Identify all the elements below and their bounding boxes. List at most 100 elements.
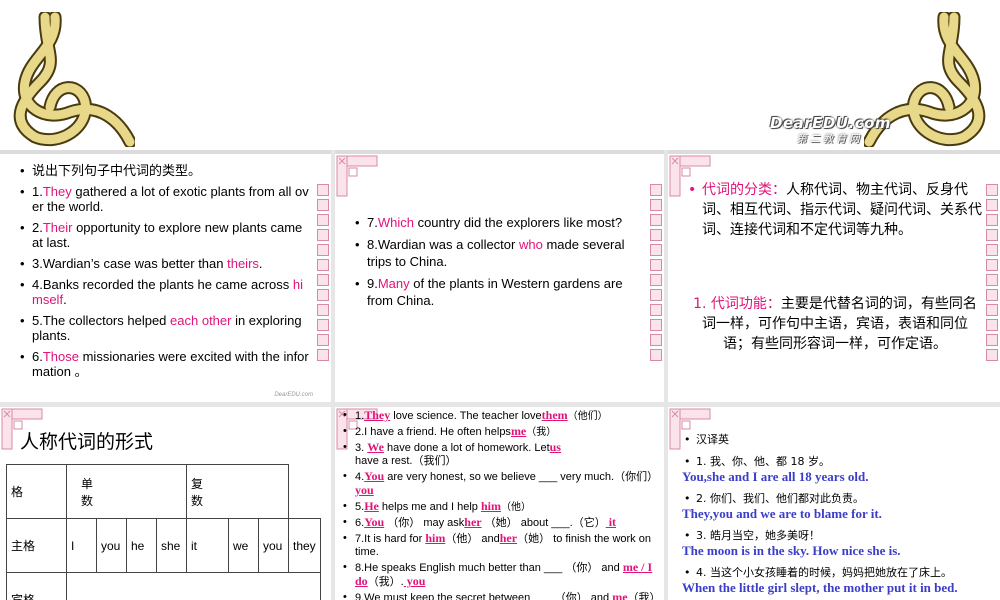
text-segment: （他） and <box>445 533 500 545</box>
frame-square-icon <box>650 334 662 346</box>
chinese-hint: （他） <box>501 502 531 513</box>
frame-square-icon <box>317 244 329 256</box>
text-segment: have done a lot of homework. Let <box>383 442 550 454</box>
text-segment: （我）. <box>367 576 404 588</box>
translation-heading: 汉译英 <box>682 433 998 447</box>
text-segment: helps me and I help <box>378 501 481 513</box>
list-item: 4.Banks recorded the plants he came acro… <box>18 277 312 307</box>
chinese-sentence: 1. 我、你、他、都 18 岁。 <box>682 455 998 469</box>
classification-paragraph: • 代词的分类：人称代词、物主代词、反身代词、相互代词、指示代词、疑问代词、关系… <box>688 180 988 240</box>
slide-pronoun-types-1[interactable]: 说出下列句子中代词的类型。 1.They gathered a lot of ex… <box>0 154 331 402</box>
frame-square-icon <box>986 304 998 316</box>
chinese-sentence: 4. 当这个小女孩睡着的时候，妈妈把她放在了床上。 <box>682 566 998 580</box>
slide-personal-pronoun-forms[interactable]: 人称代词的形式 格 单 数 复 数 主格 Iyou he she it we you the… <box>0 407 331 600</box>
frame-square-icon <box>650 274 662 286</box>
text-segment: 4. <box>355 471 365 483</box>
highlighted-pronoun: Many <box>377 276 410 291</box>
row-label: 主格 <box>6 518 67 573</box>
frame-square-icon <box>986 259 998 271</box>
list-item: 6.Those missionaries were excited with t… <box>18 349 312 379</box>
frame-square-icon <box>317 229 329 241</box>
answer-pronoun: you <box>355 483 374 497</box>
slide-translation[interactable]: 汉译英 1. 我、你、他、都 18 岁。You,she and I are al… <box>668 407 1000 600</box>
header-case: 格 <box>6 464 67 519</box>
text-segment: 5. <box>355 501 365 513</box>
table-row: 主格 Iyou he she it we you they <box>6 518 321 573</box>
answer-pronoun: it <box>605 515 617 529</box>
frame-square-icon <box>986 184 998 196</box>
pink-frame-strip <box>986 184 1000 364</box>
brand-subtitle: 第 二 教 育 网 <box>796 134 860 145</box>
text-segment: 5.The collectors helped <box>32 313 171 328</box>
answer-pronoun: us <box>549 440 561 454</box>
exercise-item: 8.He speaks English much better than ___… <box>341 561 663 589</box>
english-translation: They,you and we are to blame for it. <box>682 506 882 521</box>
answer-pronoun: him <box>425 531 446 545</box>
list-item: 3.Wardian’s case was better than theirs. <box>18 256 312 271</box>
text-segment: （你） may ask <box>384 517 465 529</box>
table-row: 宾格 <box>6 572 321 600</box>
pronoun-cell: she <box>156 518 187 573</box>
bullet: • <box>688 182 697 198</box>
text-segment: 9.We must keep the secret between ___ （你… <box>355 592 613 600</box>
text-segment: opportunity to explore new plants came a… <box>32 220 303 250</box>
slide-pronoun-classification[interactable]: • 代词的分类：人称代词、物主代词、反身代词、相互代词、指示代词、疑问代词、关系… <box>668 154 1000 402</box>
text-segment: 1. <box>32 184 43 199</box>
exercise-item: 7.It is hard for him（他） andher（她） to fin… <box>341 532 663 559</box>
list-item: 7.Which country did the explorers like m… <box>353 214 643 231</box>
answer-pronoun: He <box>364 499 379 513</box>
slide-title: 人称代词的形式 <box>20 431 154 453</box>
answer-pronoun: me <box>612 590 628 600</box>
english-translation: The moon is in the sky. How nice she is. <box>682 543 901 558</box>
english-translation: You,she and I are all 18 years old. <box>682 469 869 484</box>
text-segment: 8.Wardian was a collector <box>367 237 519 252</box>
mini-brand-logo: DearEDU.com <box>274 392 313 398</box>
highlighted-pronoun: theirs <box>227 256 259 271</box>
frame-square-icon <box>986 214 998 226</box>
exercise-item: 3. We have done a lot of homework. Letus… <box>341 441 663 468</box>
text-segment: 6. <box>32 349 43 364</box>
slide-pronoun-exercise[interactable]: 1.They love science. The teacher lovethe… <box>335 407 664 600</box>
frame-square-icon <box>317 334 329 346</box>
frame-square-icon <box>317 289 329 301</box>
frame-square-icon <box>650 199 662 211</box>
text-segment: . <box>258 256 263 271</box>
slide-pronoun-types-2[interactable]: 7.Which country did the explorers like m… <box>335 154 664 402</box>
function-heading: 1. 代词功能： <box>693 296 781 312</box>
answer-pronoun: You <box>364 515 385 529</box>
highlighted-pronoun: Which <box>377 215 414 230</box>
text-segment: 9. <box>367 276 378 291</box>
frame-square-icon <box>650 244 662 256</box>
frame-square-icon <box>986 244 998 256</box>
text-segment: . <box>63 292 67 307</box>
frame-square-icon <box>986 349 998 361</box>
text-segment: 7. <box>367 215 378 230</box>
answer-pronoun: You <box>364 469 385 483</box>
frame-square-icon <box>650 259 662 271</box>
pink-corner-frame-icon <box>335 154 379 198</box>
pronoun-cell: you <box>96 518 127 573</box>
text-segment: 1. <box>355 410 365 422</box>
text-segment: 3. <box>355 442 368 454</box>
answer-pronoun: her <box>499 531 518 545</box>
text-segment: 6. <box>355 517 365 529</box>
pink-frame-strip <box>317 184 331 364</box>
exercise-item: 4.You are very honest, so we believe ___… <box>341 470 663 498</box>
header-singular: 单 数 <box>66 464 187 519</box>
text-segment: 说出下列句子中代词的类型。 <box>32 163 202 178</box>
exercise-list: 1.They love science. The teacher lovethe… <box>341 409 663 600</box>
text-segment: （我） <box>627 592 661 600</box>
frame-square-icon <box>317 274 329 286</box>
answer-pronoun: you <box>403 574 426 588</box>
list-item: 5.The collectors helped each other in ex… <box>18 313 312 343</box>
text-segment: country did the explorers like most? <box>413 215 623 230</box>
frame-square-icon <box>986 289 998 301</box>
chinese-sentence: 2. 你们、我们、他们都对此负责。 <box>682 492 998 506</box>
top-banner: DearEDU.com 第 二 教 育 网 <box>0 0 1000 150</box>
translation-items: 1. 我、你、他、都 18 岁。You,she and I are all 18… <box>682 455 998 596</box>
frame-square-icon <box>650 214 662 226</box>
frame-square-icon <box>317 259 329 271</box>
exercise-item: 6.You （你） may askher （她） about ___.（它） i… <box>341 516 663 530</box>
highlighted-pronoun: who <box>518 237 543 252</box>
answer-pronoun: We <box>367 440 384 454</box>
